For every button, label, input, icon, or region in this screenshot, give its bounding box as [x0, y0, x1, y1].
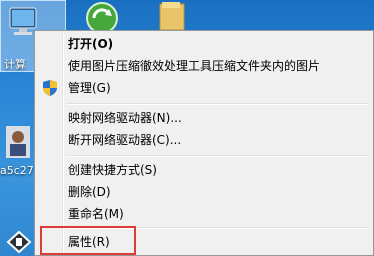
menu-item-disconnect-drive[interactable]: 断开网络驱动器(C)... [37, 129, 371, 151]
photo-icon [6, 126, 30, 158]
properties-highlight-box [40, 226, 136, 255]
menu-item-map-drive[interactable]: 映射网络驱动器(N)... [37, 107, 371, 129]
menu-item-label: 创建快捷方式(S) [68, 163, 157, 177]
menu-item-label: 管理(G) [68, 81, 111, 95]
menu-separator [66, 155, 368, 157]
menu-item-label: 使用图片压缩徹效处理工具压缩文件夹内的图片 [68, 59, 321, 73]
menu-item-label: 打开(O) [68, 37, 114, 51]
menu-item-manage[interactable]: 管理(G) [37, 77, 371, 99]
desktop-icon-recycle[interactable] [82, 0, 132, 34]
desktop-icon-folder[interactable] [158, 0, 188, 31]
menu-item-label: 删除(D) [68, 185, 111, 199]
menu-item-label: 断开网络驱动器(C)... [68, 133, 182, 147]
menu-item-create-shortcut[interactable]: 创建快捷方式(S) [37, 159, 371, 181]
menu-separator [66, 103, 368, 105]
menu-item-open[interactable]: 打开(O) [37, 33, 371, 55]
menu-item-rename[interactable]: 重命名(M) [37, 203, 371, 225]
menu-item-label: 映射网络驱动器(N)... [68, 111, 182, 125]
recycle-icon [86, 2, 118, 34]
desktop-icon-label: 计算 [4, 58, 26, 71]
folder-icon [159, 2, 185, 31]
menu-item-label: 重命名(M) [68, 207, 124, 221]
menu-item-delete[interactable]: 删除(D) [37, 181, 371, 203]
context-menu: 打开(O) 使用图片压缩徹效处理工具压缩文件夹内的图片 管理(G) 映射网络驱动… [34, 30, 374, 256]
app-icon [6, 230, 32, 254]
menu-item-compress-images[interactable]: 使用图片压缩徹效处理工具压缩文件夹内的图片 [37, 55, 371, 77]
desktop-icon-label: a5c27 [0, 164, 34, 177]
shield-icon [43, 80, 57, 96]
desktop-icon-partial[interactable] [4, 222, 34, 256]
